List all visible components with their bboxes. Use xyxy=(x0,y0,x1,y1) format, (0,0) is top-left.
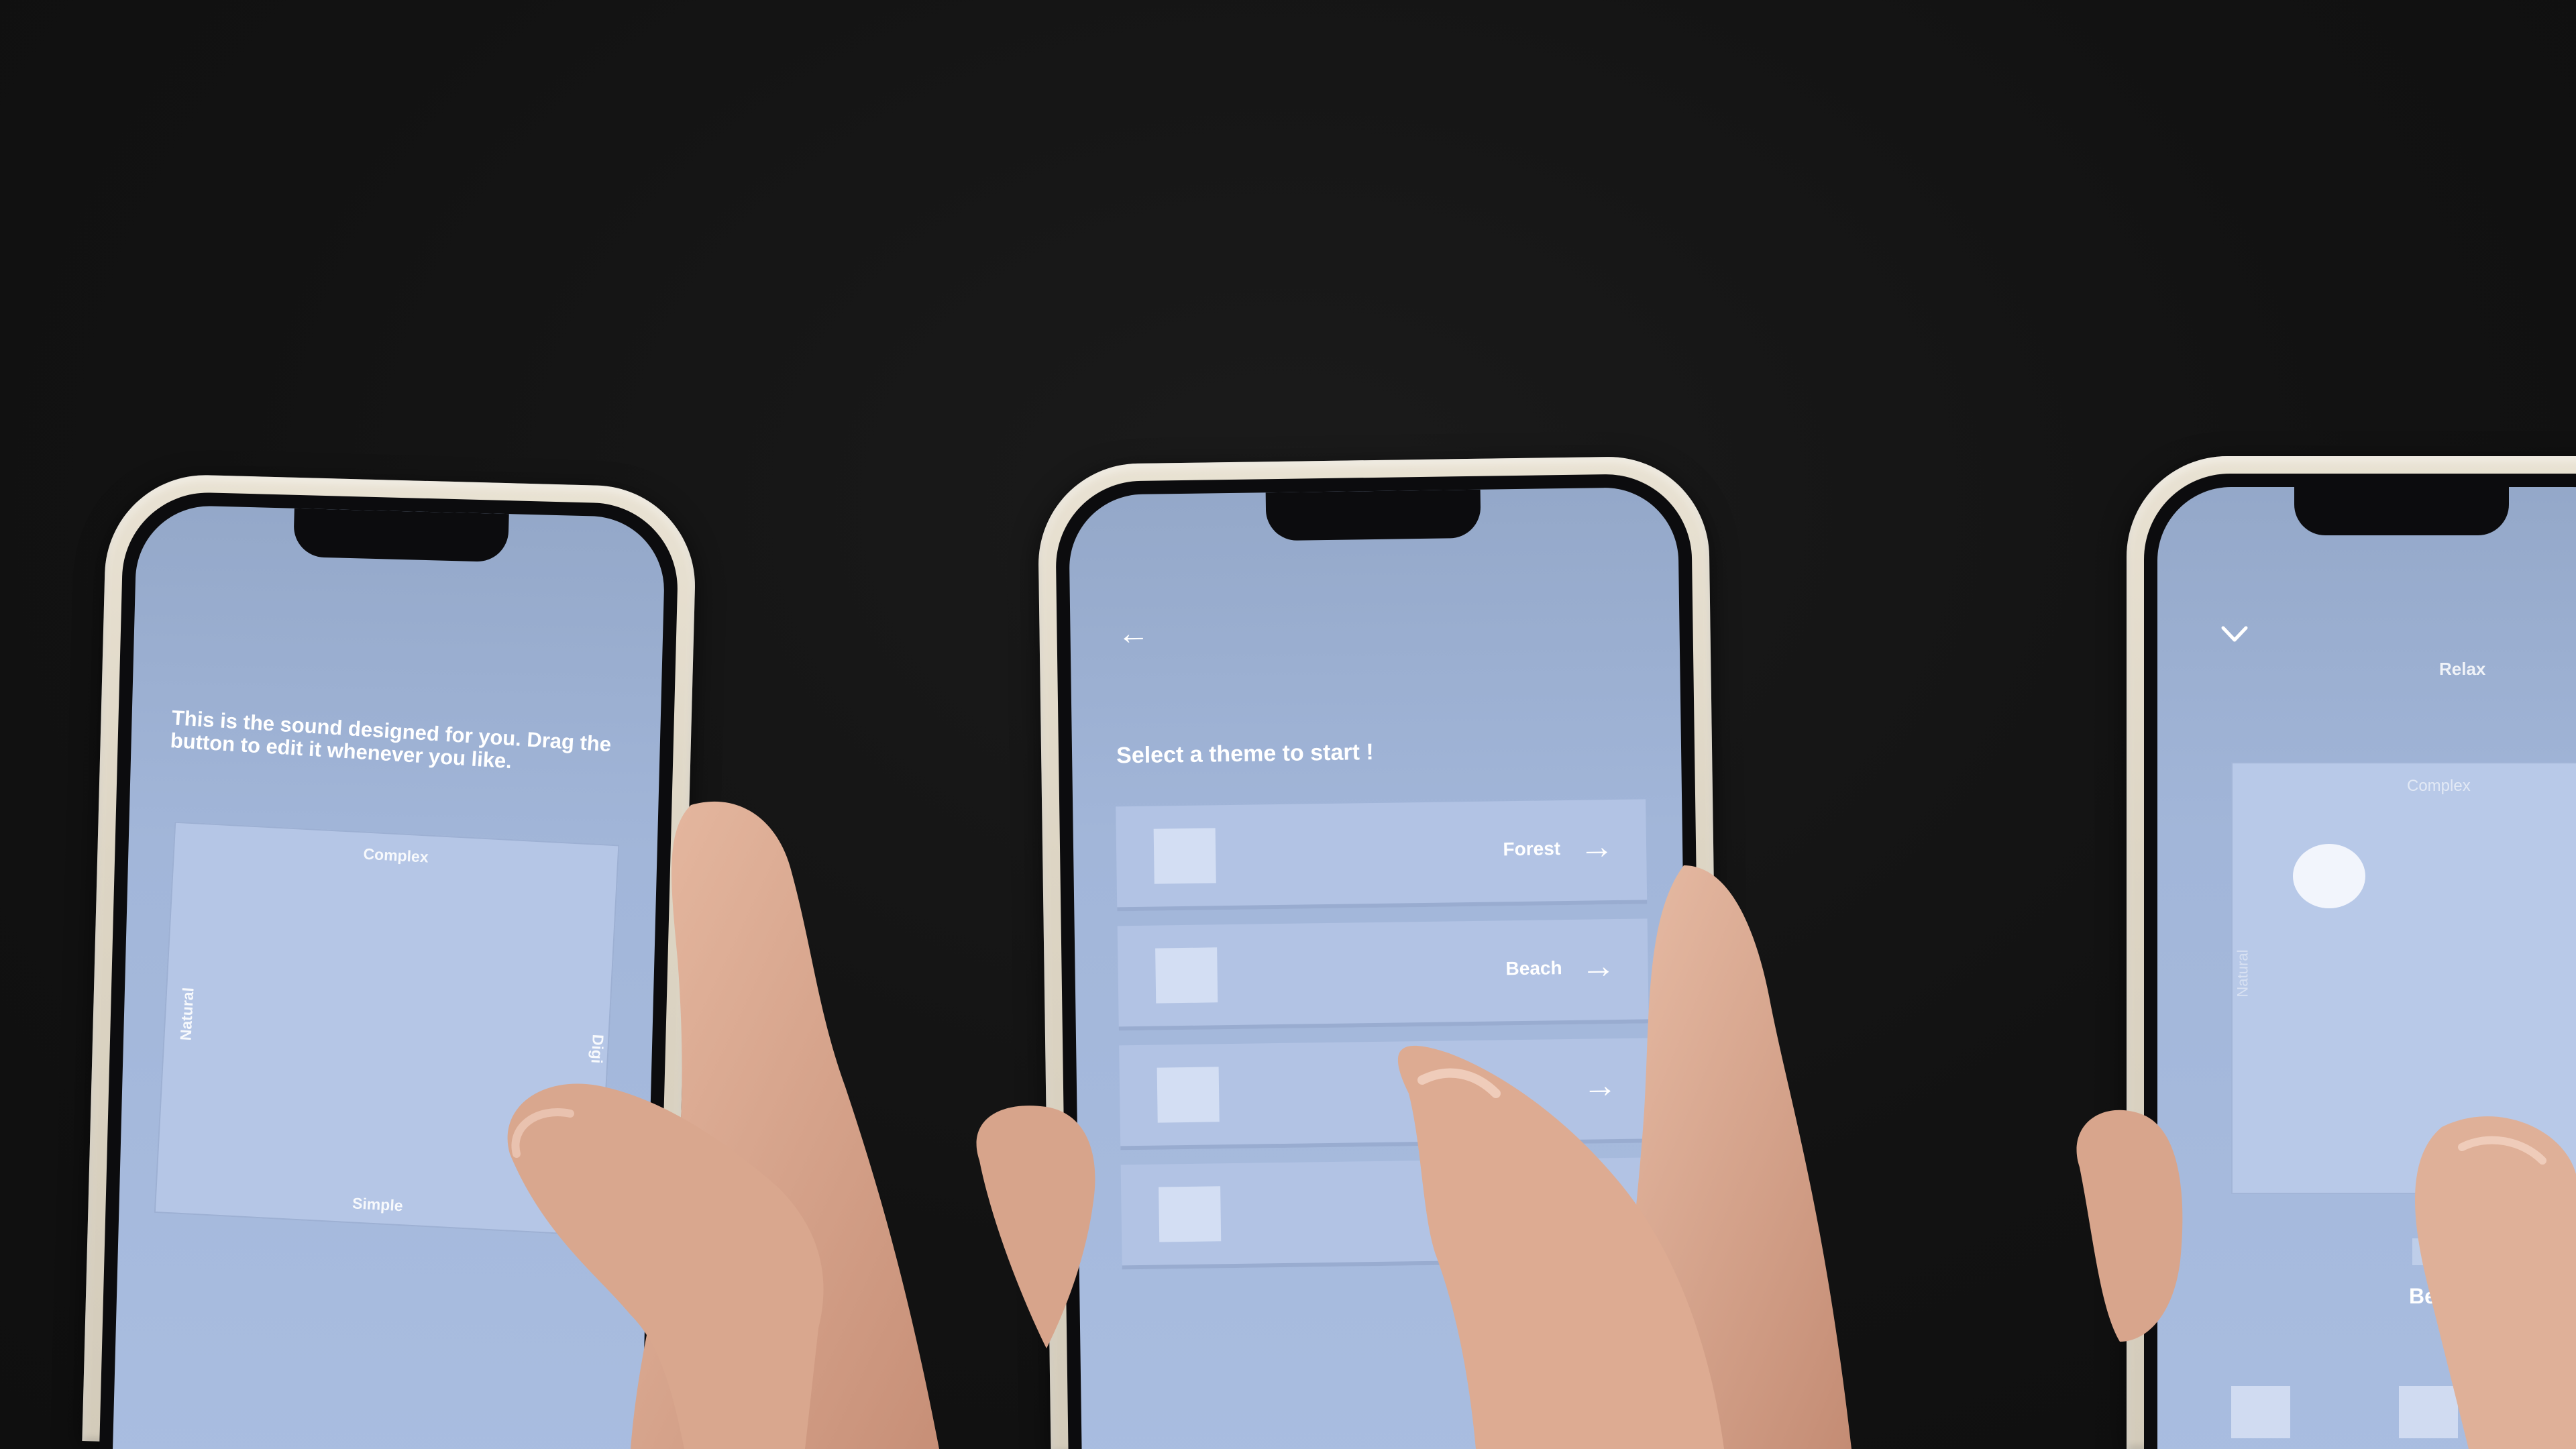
theme-thumbnail xyxy=(1157,1067,1220,1123)
chevron-down-icon[interactable] xyxy=(2218,621,2251,648)
selected-theme-label: Beac xyxy=(2409,1284,2461,1308)
sound-xy-pad[interactable]: Complex Simple Natural Digi xyxy=(154,821,620,1236)
pad-top-label: Complex xyxy=(362,845,429,866)
theme-thumbnail xyxy=(1155,947,1218,1004)
theme-label: Beach xyxy=(1505,957,1562,979)
arrow-right-icon: → xyxy=(1582,1065,1618,1106)
pad-left-label: Natural xyxy=(176,987,197,1041)
sound-editor-screen: This is the sound designed for you. Drag… xyxy=(112,504,666,1449)
theme-label: Forest xyxy=(1503,838,1561,860)
pad-left-label: Natural xyxy=(2234,949,2251,998)
theme-chip xyxy=(2412,1238,2459,1265)
phone-theme-select: ← Select a theme to start ! Forest → Bea… xyxy=(1037,455,1722,1449)
arrow-right-icon: → xyxy=(1580,947,1616,986)
theme-thumbnail xyxy=(1159,1186,1222,1242)
theme-thumbnail-left[interactable] xyxy=(2231,1386,2290,1438)
phone-notch xyxy=(292,508,509,563)
phone-bezel: This is the sound designed for you. Drag… xyxy=(99,490,680,1449)
phone-sound-editor: This is the sound designed for you. Drag… xyxy=(82,472,698,1449)
theme-row-4[interactable] xyxy=(1120,1157,1652,1270)
phone-notch xyxy=(1265,489,1481,541)
theme-row-beach[interactable]: Beach → xyxy=(1117,918,1649,1031)
phone-notch xyxy=(2294,487,2509,535)
arrow-right-icon: → xyxy=(1578,827,1615,867)
theme-list: Forest → Beach → → xyxy=(1116,799,1652,1284)
relax-screen: Relax Complex Natural Beac xyxy=(2157,487,2576,1449)
relax-title: Relax xyxy=(2439,659,2486,679)
theme-thumbnail-right[interactable] xyxy=(2399,1386,2458,1438)
photo-stage: This is the sound designed for you. Drag… xyxy=(0,0,2576,1449)
phone-bezel: ← Select a theme to start ! Forest → Bea… xyxy=(1055,473,1705,1449)
pad-bottom-label: Simple xyxy=(352,1194,404,1215)
theme-select-title: Select a theme to start ! xyxy=(1116,739,1374,769)
theme-thumbnail xyxy=(1153,828,1216,884)
relax-xy-pad[interactable]: Complex Natural xyxy=(2231,762,2576,1194)
theme-row-forest[interactable]: Forest → xyxy=(1116,799,1648,912)
pad-top-label: Complex xyxy=(2407,777,2471,795)
pad-right-label: Digi xyxy=(588,1034,607,1064)
theme-select-screen: ← Select a theme to start ! Forest → Bea… xyxy=(1068,486,1692,1449)
sound-description: This is the sound designed for you. Drag… xyxy=(169,706,612,773)
arrow-left-icon[interactable]: ← xyxy=(1117,615,1155,653)
theme-row-3[interactable]: → xyxy=(1119,1038,1651,1150)
pad-drag-handle[interactable] xyxy=(2293,844,2365,908)
phone-bezel: Relax Complex Natural Beac xyxy=(2144,474,2576,1449)
phone-relax: Relax Complex Natural Beac xyxy=(2127,456,2576,1449)
